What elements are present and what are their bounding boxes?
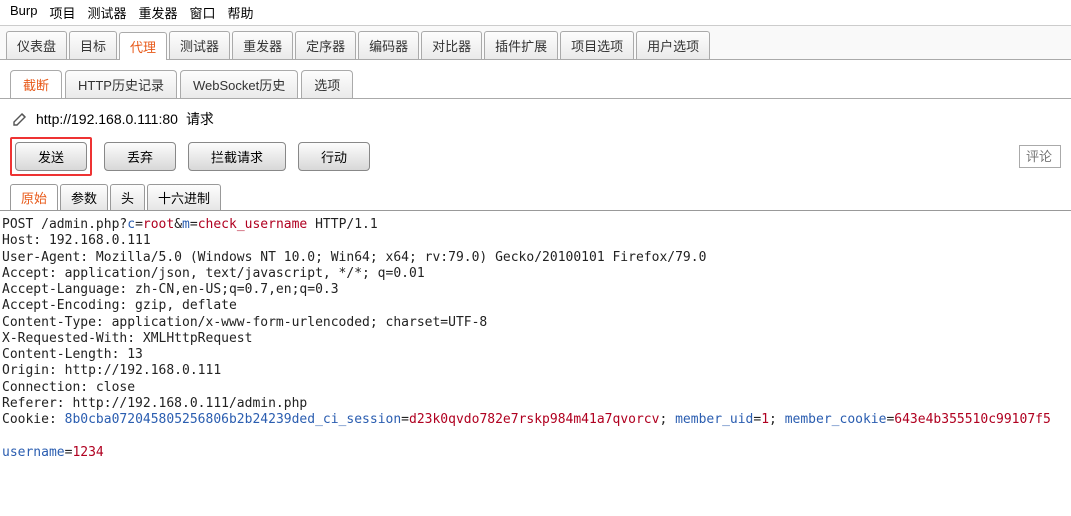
cookie-v2: 1 xyxy=(761,412,769,427)
tab-decoder[interactable]: 编码器 xyxy=(358,31,419,59)
hdr-accept-enc: Accept-Encoding: gzip, deflate xyxy=(2,298,237,313)
menu-burp[interactable]: Burp xyxy=(10,3,37,22)
req-param-c: c xyxy=(127,217,135,232)
tab-proxy[interactable]: 代理 xyxy=(119,32,167,60)
hdr-referer: Referer: http://192.168.0.111/admin.php xyxy=(2,396,307,411)
hdr-host: Host: 192.168.0.111 xyxy=(2,233,151,248)
viewtab-params[interactable]: 参数 xyxy=(60,184,108,210)
hdr-origin: Origin: http://192.168.0.111 xyxy=(2,363,221,378)
hdr-accept: Accept: application/json, text/javascrip… xyxy=(2,266,425,281)
eq: = xyxy=(135,217,143,232)
tab-target[interactable]: 目标 xyxy=(69,31,117,59)
viewtab-hex[interactable]: 十六进制 xyxy=(147,184,221,210)
body-val: 1234 xyxy=(72,445,103,460)
proxy-subtab-row: 截断 HTTP历史记录 WebSocket历史 选项 xyxy=(0,60,1071,98)
button-row: 发送 丢弃 拦截请求 行动 xyxy=(0,135,1071,184)
tab-user-options[interactable]: 用户选项 xyxy=(636,31,710,59)
req-param-m: m xyxy=(182,217,190,232)
action-button[interactable]: 行动 xyxy=(298,142,370,171)
sep: ; xyxy=(659,412,675,427)
subtab-http-history[interactable]: HTTP历史记录 xyxy=(65,70,177,98)
forward-highlight: 发送 xyxy=(10,137,92,176)
menu-help[interactable]: 帮助 xyxy=(228,3,254,22)
menubar: Burp 项目 测试器 重发器 窗口 帮助 xyxy=(0,0,1071,26)
drop-button[interactable]: 丢弃 xyxy=(104,142,176,171)
hdr-accept-lang: Accept-Language: zh-CN,en-US;q=0.7,en;q=… xyxy=(2,282,339,297)
hdr-xreq: X-Requested-With: XMLHttpRequest xyxy=(2,331,252,346)
request-label: 请求 xyxy=(186,109,214,129)
raw-request-editor[interactable]: POST /admin.php?c=root&m=check_username … xyxy=(0,211,1071,467)
tab-project-options[interactable]: 项目选项 xyxy=(560,31,634,59)
request-info-line: http://192.168.0.111:80 请求 xyxy=(0,99,1071,135)
main-tab-row: 仪表盘 目标 代理 测试器 重发器 定序器 编码器 对比器 插件扩展 项目选项 … xyxy=(0,26,1071,60)
menu-intruder[interactable]: 测试器 xyxy=(87,3,126,22)
req-line1-post: HTTP/1.1 xyxy=(307,217,377,232)
view-tab-row: 原始 参数 头 十六进制 xyxy=(0,184,1071,211)
tab-comparer[interactable]: 对比器 xyxy=(421,31,482,59)
tab-extender[interactable]: 插件扩展 xyxy=(484,31,558,59)
viewtab-raw[interactable]: 原始 xyxy=(10,184,58,210)
comment-input[interactable] xyxy=(1019,145,1061,168)
edit-icon[interactable] xyxy=(12,111,28,127)
req-val-check: check_username xyxy=(198,217,308,232)
subtab-options[interactable]: 选项 xyxy=(301,70,353,98)
cookie-k1: 8b0cba072045805256806b2b24239ded_ci_sess… xyxy=(65,412,402,427)
menu-project[interactable]: 项目 xyxy=(49,3,75,22)
cookie-k2: member_uid xyxy=(675,412,753,427)
req-val-root: root xyxy=(143,217,174,232)
tab-sequencer[interactable]: 定序器 xyxy=(295,31,356,59)
cookie-v3: 643e4b355510c99107f5 xyxy=(894,412,1051,427)
request-url: http://192.168.0.111:80 xyxy=(36,111,178,127)
viewtab-headers[interactable]: 头 xyxy=(110,184,145,210)
hdr-conn: Connection: close xyxy=(2,380,135,395)
req-line1-pre: POST /admin.php? xyxy=(2,217,127,232)
hdr-cookie-label: Cookie: xyxy=(2,412,65,427)
hdr-ctype: Content-Type: application/x-www-form-url… xyxy=(2,315,487,330)
intercept-toggle-button[interactable]: 拦截请求 xyxy=(188,142,286,171)
hdr-ua: User-Agent: Mozilla/5.0 (Windows NT 10.0… xyxy=(2,250,706,265)
eq: = xyxy=(401,412,409,427)
menu-repeater[interactable]: 重发器 xyxy=(139,3,178,22)
cookie-k3: member_cookie xyxy=(785,412,887,427)
eq: = xyxy=(190,217,198,232)
cookie-v1: d23k0qvdo782e7rskp984m41a7qvorcv xyxy=(409,412,659,427)
sep: ; xyxy=(769,412,785,427)
forward-button[interactable]: 发送 xyxy=(15,142,87,171)
tab-dashboard[interactable]: 仪表盘 xyxy=(6,31,67,59)
subtab-ws-history[interactable]: WebSocket历史 xyxy=(180,70,298,98)
hdr-clen: Content-Length: 13 xyxy=(2,347,143,362)
tab-intruder[interactable]: 测试器 xyxy=(169,31,230,59)
amp: & xyxy=(174,217,182,232)
body-key: username xyxy=(2,445,65,460)
subtab-intercept[interactable]: 截断 xyxy=(10,70,62,98)
tab-repeater[interactable]: 重发器 xyxy=(232,31,293,59)
menu-window[interactable]: 窗口 xyxy=(190,3,216,22)
